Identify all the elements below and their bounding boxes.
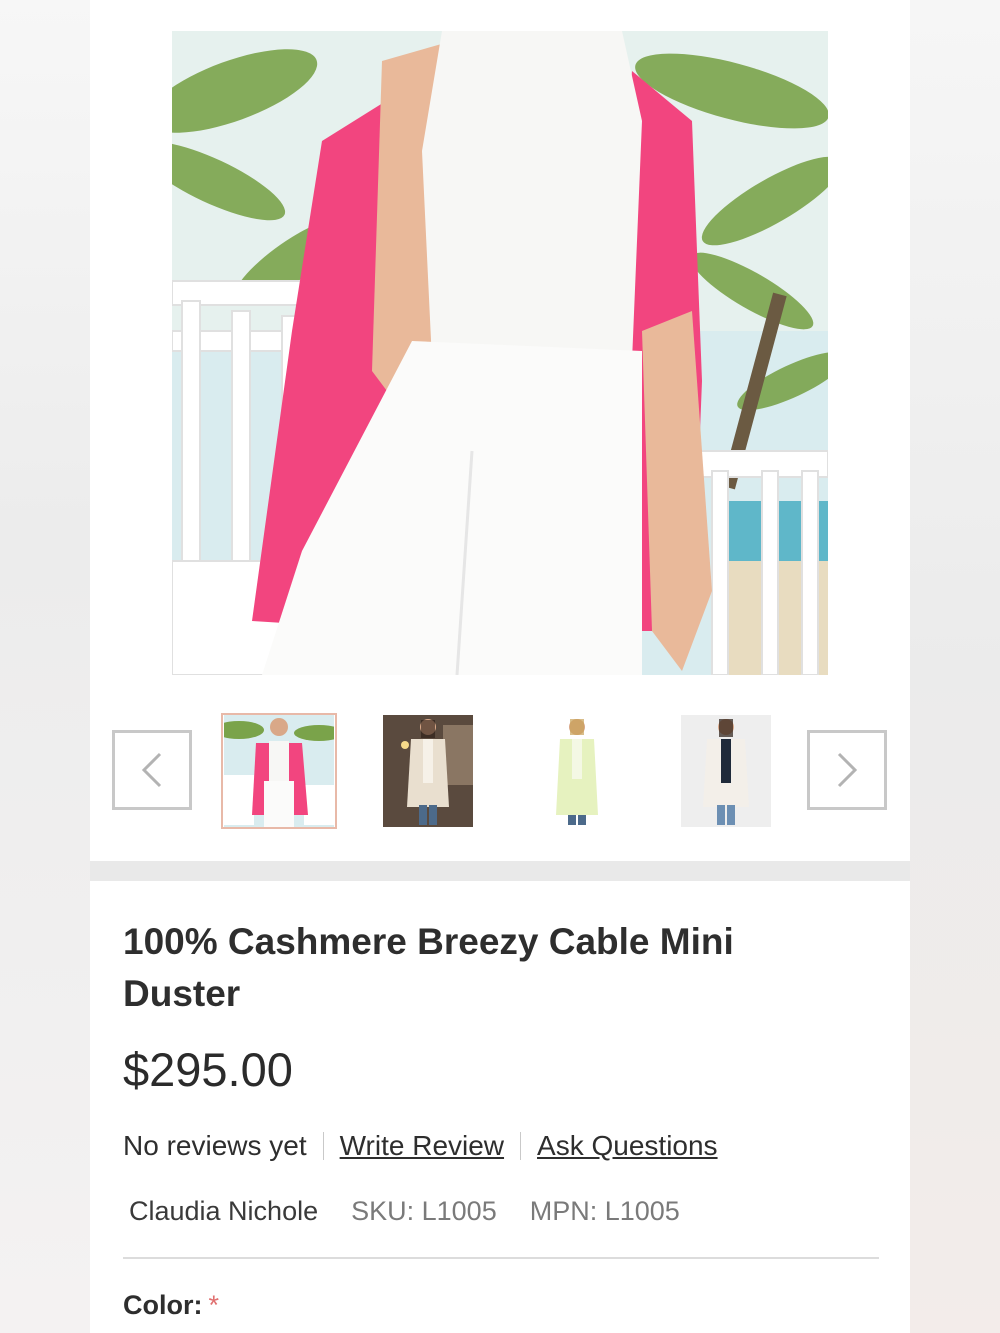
meta-divider <box>123 1257 879 1259</box>
separator <box>520 1132 522 1160</box>
required-indicator: * <box>208 1290 219 1320</box>
product-page: 100% Cashmere Breezy Cable Mini Duster $… <box>90 0 910 1333</box>
write-review-link[interactable]: Write Review <box>340 1130 504 1162</box>
carousel-next-button[interactable] <box>807 730 887 810</box>
product-title: 100% Cashmere Breezy Cable Mini Duster <box>123 921 734 1014</box>
brand-name: Claudia Nichole <box>129 1195 319 1226</box>
thumbnail-carousel <box>90 700 910 840</box>
thumbnail-white-duster[interactable] <box>668 713 784 829</box>
reviews-status: No reviews yet <box>123 1130 307 1161</box>
section-divider <box>90 861 910 881</box>
product-meta: Claudia Nichole SKU: L1005 MPN: L1005 <box>129 1193 680 1229</box>
carousel-prev-button[interactable] <box>112 730 192 810</box>
separator <box>322 1132 324 1160</box>
thumbnail-cream-duster[interactable] <box>370 713 486 829</box>
ask-questions-link[interactable]: Ask Questions <box>537 1130 718 1162</box>
product-mpn: MPN: L1005 <box>529 1195 680 1226</box>
product-price: $295.00 <box>123 1043 293 1096</box>
chevron-right-icon <box>837 752 858 788</box>
chevron-left-icon <box>141 752 162 788</box>
thumbnail-pink-duster[interactable] <box>221 713 337 829</box>
color-option-label: Color: * <box>123 1290 219 1321</box>
product-sku: SKU: L1005 <box>351 1195 497 1226</box>
thumbnail-lime-duster[interactable] <box>519 713 635 829</box>
review-links: No reviews yet Write Review Ask Question… <box>123 1128 718 1164</box>
background-blur-right <box>910 0 1000 1333</box>
background-blur-left <box>0 0 90 1333</box>
main-product-image[interactable] <box>172 31 828 675</box>
color-label-text: Color: <box>123 1290 203 1320</box>
